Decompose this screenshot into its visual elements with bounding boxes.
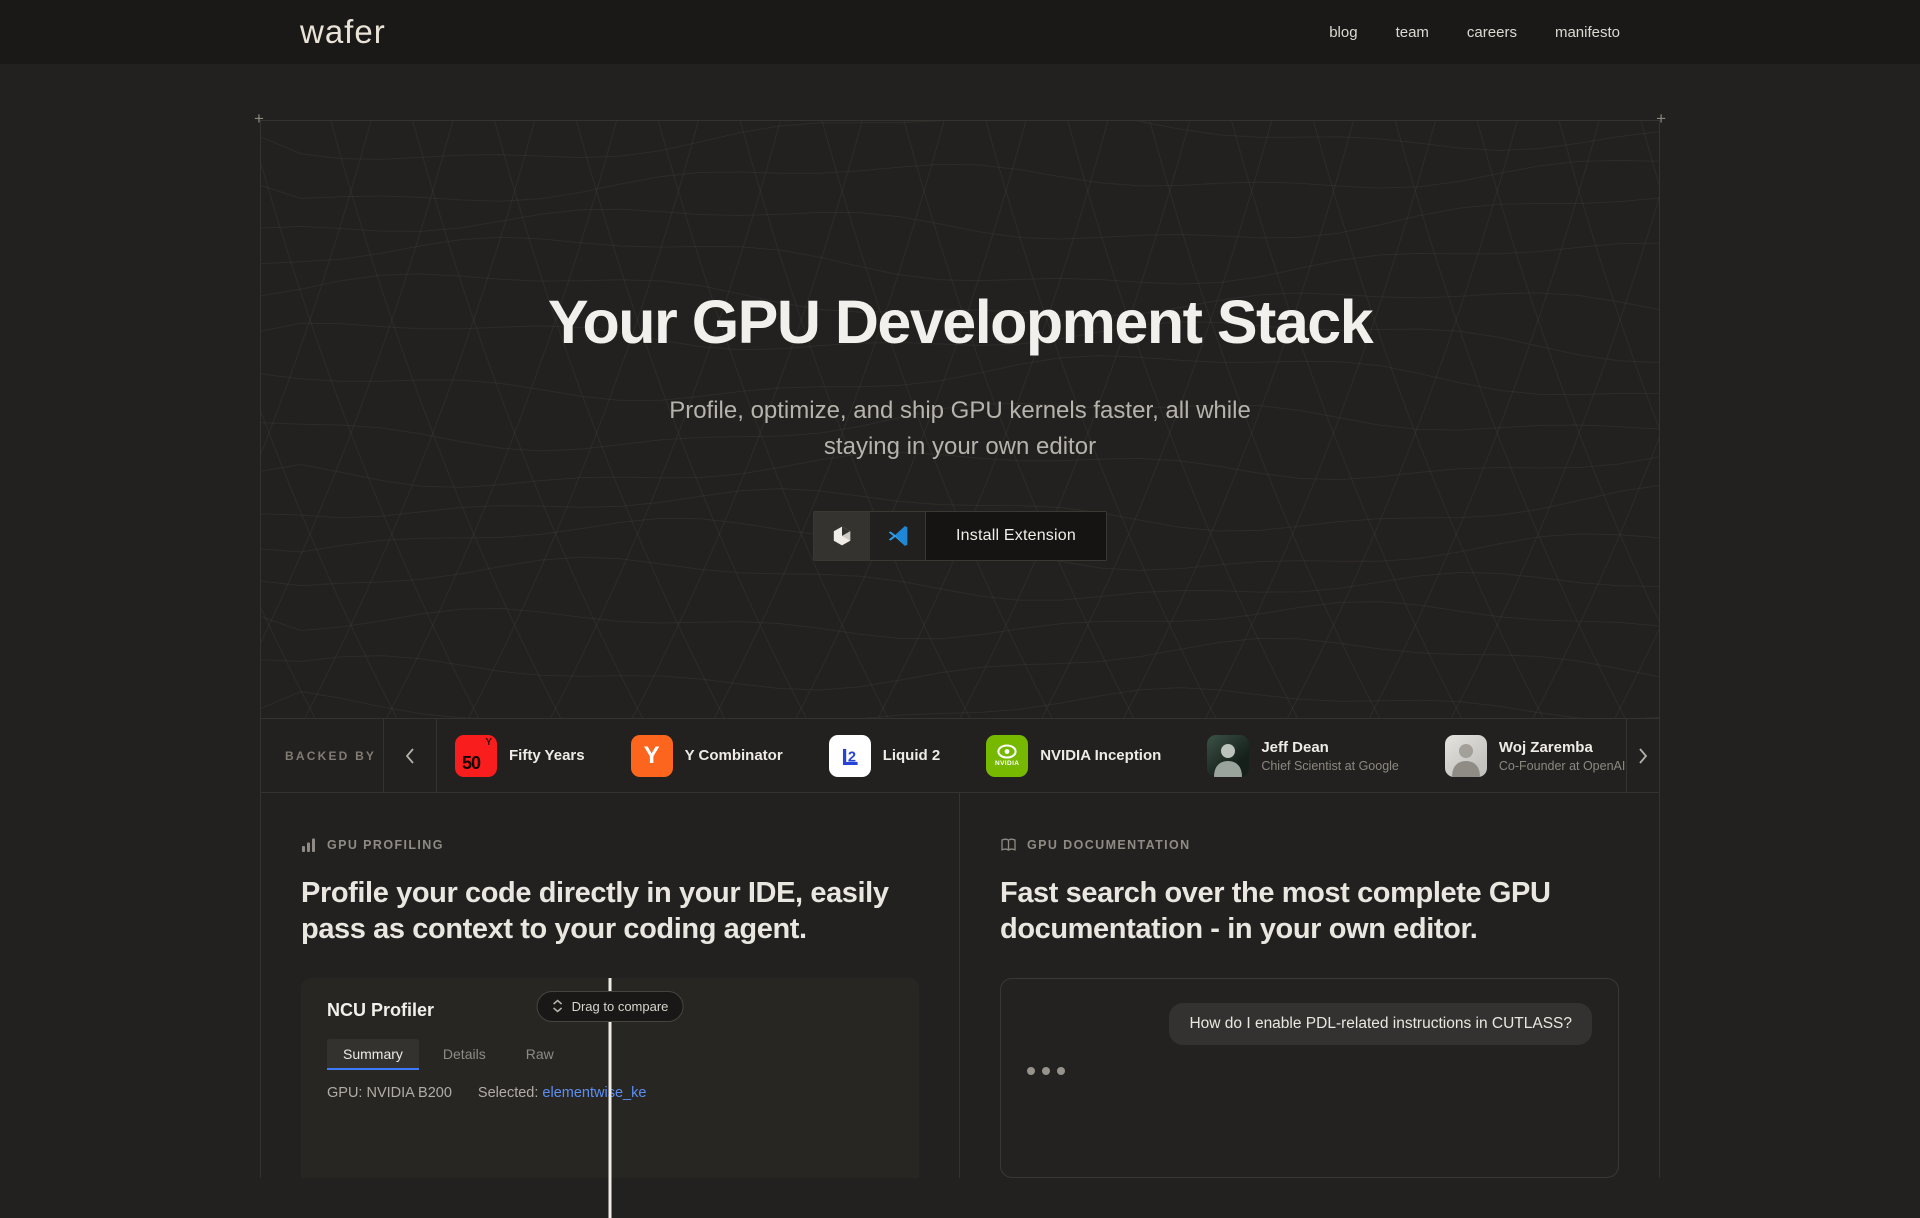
tab-raw[interactable]: Raw: [510, 1039, 570, 1070]
backer-nvidia-inception: NVIDIA NVIDIA Inception: [986, 735, 1161, 777]
feature-cards: GPU PROFILING Profile your code directly…: [261, 793, 1659, 1178]
selected-kernel: Selected: elementwise_ke: [478, 1085, 646, 1101]
install-extension-label[interactable]: Install Extension: [926, 512, 1106, 560]
top-nav: wafer blog team careers manifesto: [0, 0, 1920, 64]
backer-name: Liquid 2: [883, 747, 941, 764]
hero-section: Your GPU Development Stack Profile, opti…: [261, 120, 1659, 718]
backer-liquid-2: 2 Liquid 2: [829, 735, 941, 777]
carousel-next-button[interactable]: [1626, 719, 1659, 792]
nav-link-careers[interactable]: careers: [1467, 24, 1517, 41]
nav-link-blog[interactable]: blog: [1329, 24, 1357, 41]
tab-summary[interactable]: Summary: [327, 1039, 419, 1070]
ncu-profiler-panel: Drag to compare NCU Profiler Summary Det…: [301, 978, 919, 1178]
typing-indicator: [1027, 1067, 1592, 1075]
hero-title: Your GPU Development Stack: [261, 121, 1659, 357]
backer-jeff-dean: Jeff Dean Chief Scientist at Google: [1207, 735, 1399, 777]
typing-dot: [1042, 1067, 1050, 1075]
gpu-profiling-eyebrow: GPU PROFILING: [301, 837, 919, 853]
carousel-prev-button[interactable]: [384, 719, 437, 792]
selected-kernel-link[interactable]: elementwise_ke: [542, 1085, 646, 1101]
hero-subtitle: Profile, optimize, and ship GPU kernels …: [630, 393, 1290, 465]
vscode-editor-toggle[interactable]: [870, 512, 926, 560]
backed-by-label: BACKED BY: [261, 719, 384, 792]
nav-link-team[interactable]: team: [1396, 24, 1429, 41]
backer-y-combinator: Y Y Combinator: [631, 735, 783, 777]
backer-name: NVIDIA Inception: [1040, 747, 1161, 764]
jeff-dean-avatar: [1207, 735, 1249, 777]
chevron-right-icon: [1638, 747, 1648, 765]
open-book-icon: [1000, 837, 1017, 853]
docs-chat-panel: How do I enable PDL-related instructions…: [1000, 978, 1619, 1178]
typing-dot: [1027, 1067, 1035, 1075]
hero-content: Your GPU Development Stack Profile, opti…: [261, 121, 1659, 561]
backer-name: Y Combinator: [685, 747, 783, 764]
cursor-editor-toggle[interactable]: [814, 512, 870, 560]
y-combinator-logo-icon: Y: [631, 735, 673, 777]
corner-plus-right: +: [1656, 109, 1666, 129]
bar-chart-icon: [301, 837, 317, 853]
wafer-logo[interactable]: wafer: [300, 13, 386, 51]
woj-zaremba-avatar: [1445, 735, 1487, 777]
typing-dot: [1057, 1067, 1065, 1075]
nvidia-logo-icon: NVIDIA: [986, 735, 1028, 777]
gpu-documentation-eyebrow: GPU DOCUMENTATION: [1000, 837, 1619, 853]
vscode-icon: [886, 524, 910, 548]
backed-by-strip: BACKED BY 50 Y Fifty Years Y Y Combinato…: [261, 718, 1659, 793]
cursor-icon: [830, 524, 854, 548]
tab-details[interactable]: Details: [427, 1039, 502, 1070]
backer-fifty-years: 50 Y Fifty Years: [455, 735, 585, 777]
drag-to-compare-pill[interactable]: Drag to compare: [537, 991, 684, 1022]
fifty-years-logo-icon: 50 Y: [455, 735, 497, 777]
drag-vertical-icon: [552, 999, 564, 1013]
chevron-left-icon: [405, 747, 415, 765]
install-row: Install Extension: [261, 511, 1659, 561]
backer-name: Jeff Dean: [1261, 739, 1399, 756]
install-extension-button[interactable]: Install Extension: [813, 511, 1107, 561]
content-column: + + Your GPU Development Stack Profile, …: [260, 120, 1660, 1178]
user-message-bubble: How do I enable PDL-related instructions…: [1169, 1003, 1592, 1045]
backed-by-carousel: 50 Y Fifty Years Y Y Combinator 2: [437, 719, 1626, 792]
svg-text:2: 2: [848, 749, 856, 765]
backer-name: Woj Zaremba: [1499, 739, 1625, 756]
backer-role: Chief Scientist at Google: [1261, 759, 1399, 773]
nav-links: blog team careers manifesto: [1329, 24, 1620, 41]
nav-link-manifesto[interactable]: manifesto: [1555, 24, 1620, 41]
liquid-2-logo-icon: 2: [829, 735, 871, 777]
gpu-profiling-card: GPU PROFILING Profile your code directly…: [261, 793, 960, 1178]
gpu-documentation-heading: Fast search over the most complete GPU d…: [1000, 875, 1619, 948]
corner-plus-left: +: [254, 109, 264, 129]
gpu-name-label: GPU: NVIDIA B200: [327, 1085, 452, 1101]
backer-name: Fifty Years: [509, 747, 585, 764]
gpu-profiling-heading: Profile your code directly in your IDE, …: [301, 875, 919, 948]
backer-woj-zaremba: Woj Zaremba Co-Founder at OpenAI: [1445, 735, 1625, 777]
nav-inner: wafer blog team careers manifesto: [260, 13, 1660, 51]
backer-role: Co-Founder at OpenAI: [1499, 759, 1625, 773]
gpu-documentation-card: GPU DOCUMENTATION Fast search over the m…: [960, 793, 1659, 1178]
